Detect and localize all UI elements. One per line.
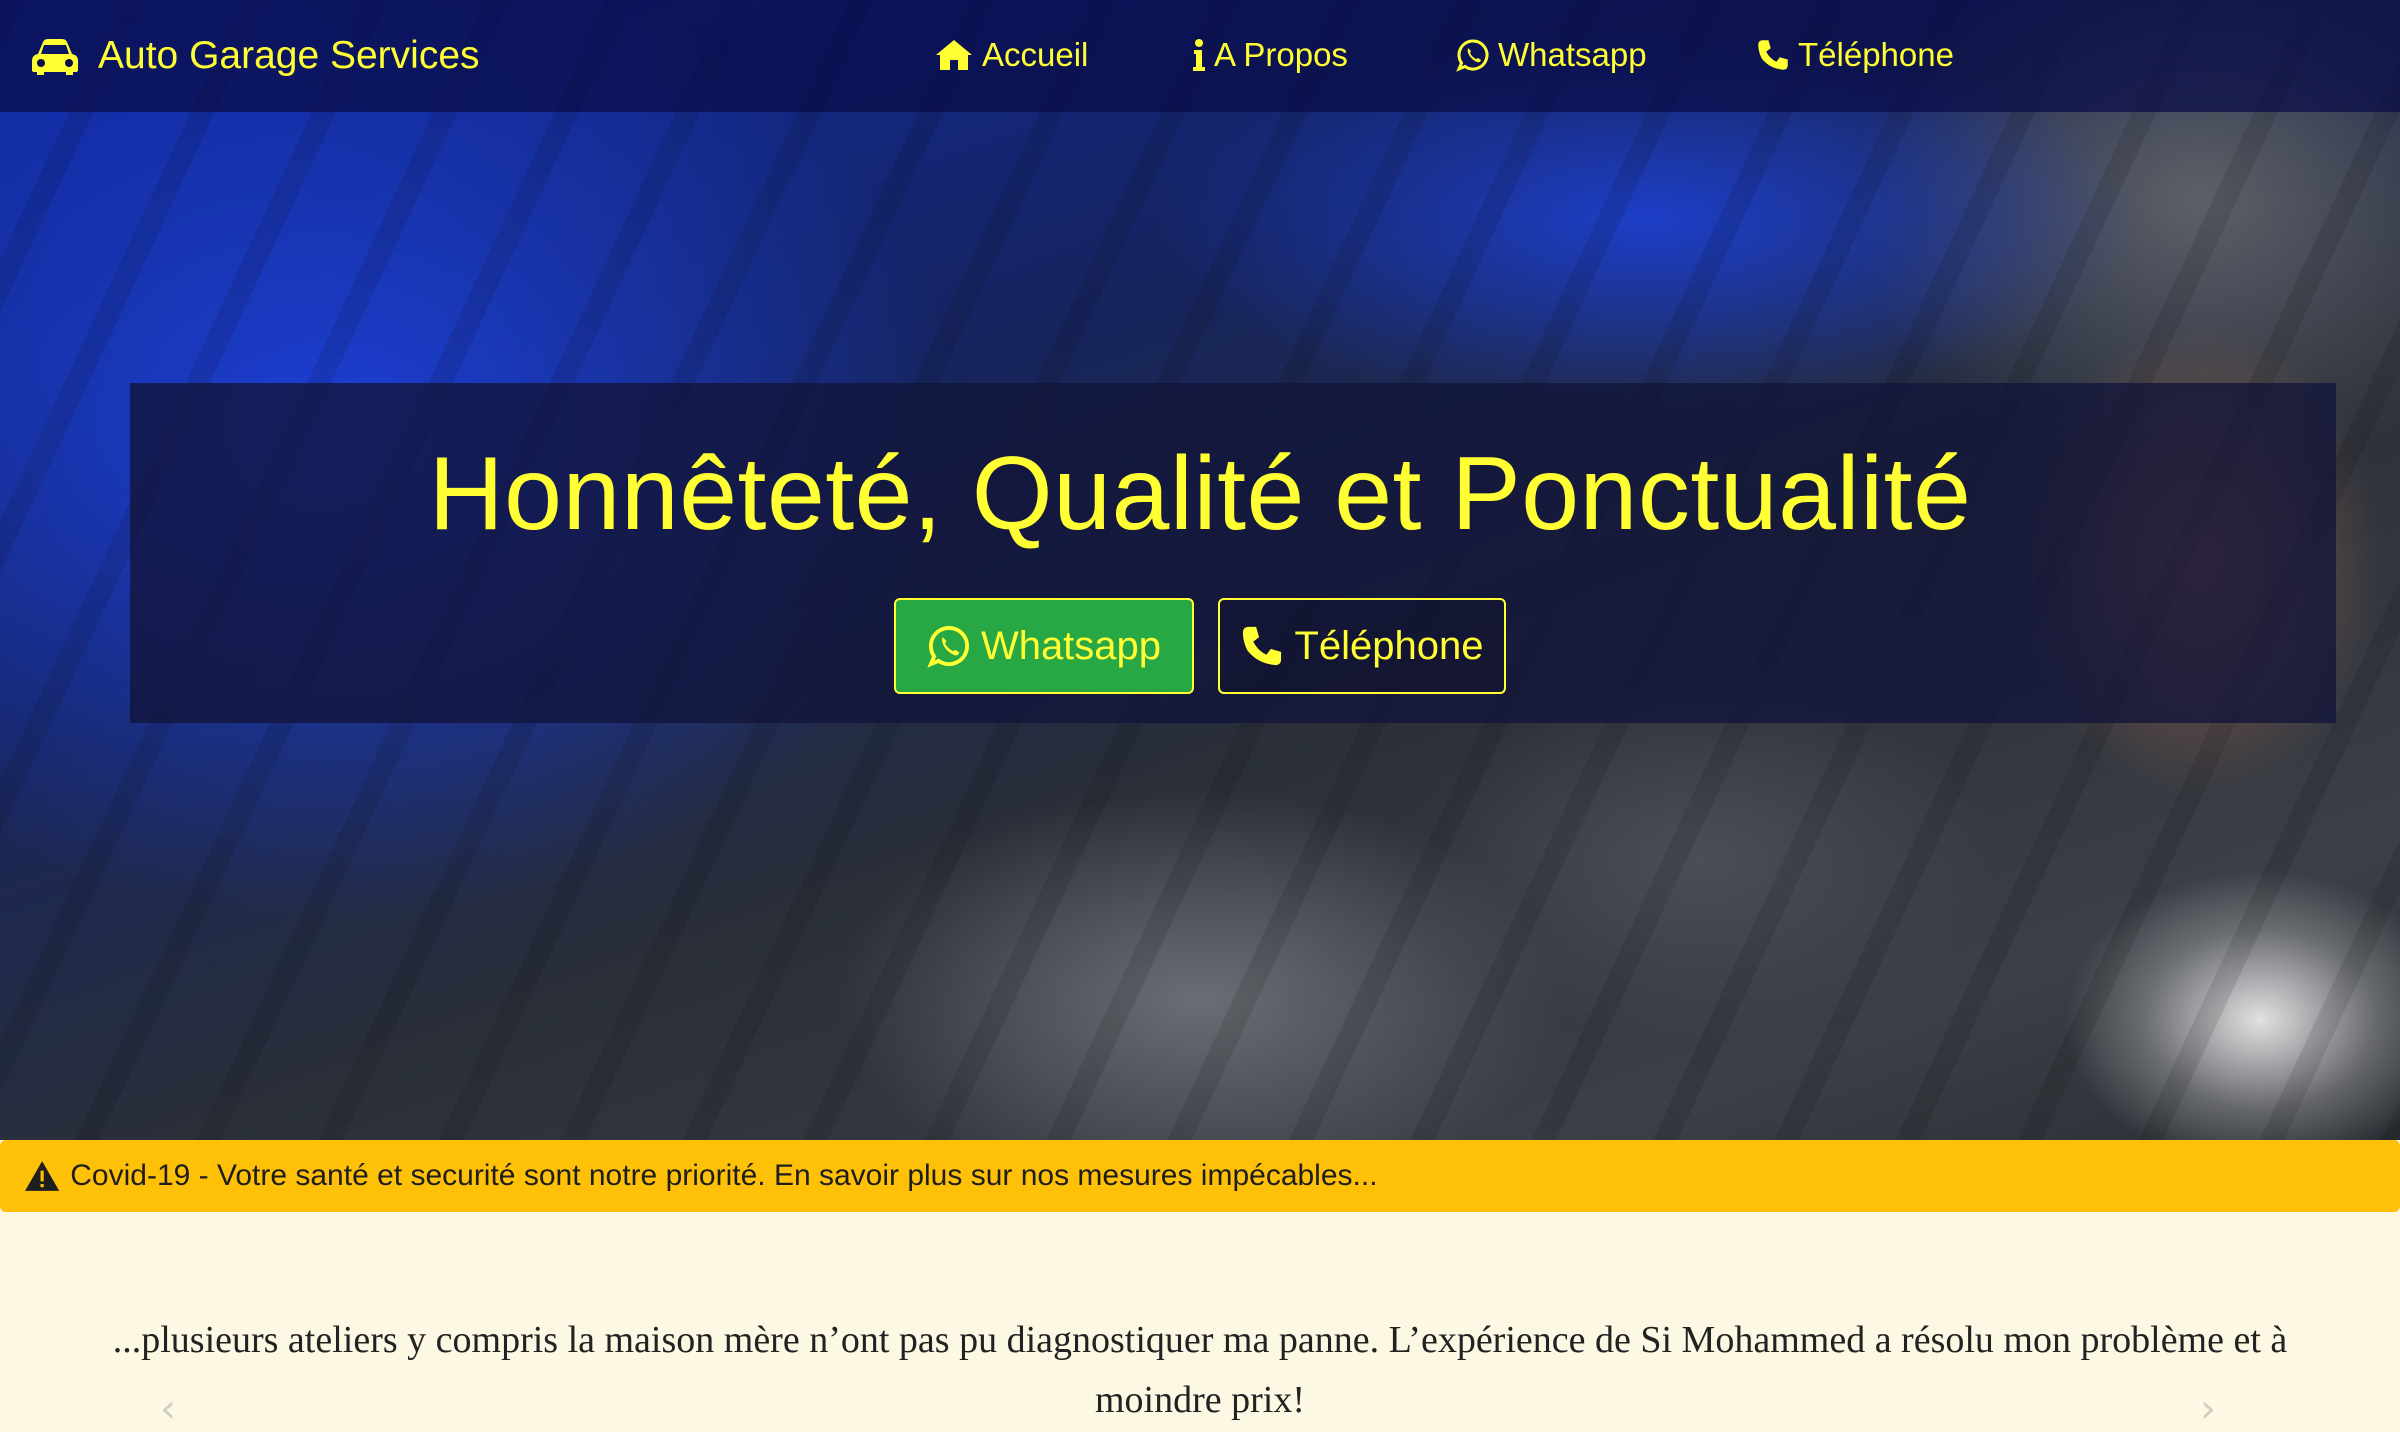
whatsapp-button-label: Whatsapp — [980, 623, 1162, 668]
home-icon — [936, 40, 972, 70]
nav-label-a-propos: A Propos — [1214, 36, 1348, 73]
covid-alert[interactable]: Covid-19 - Votre santé et securité sont … — [0, 1140, 2400, 1212]
phone-icon — [1758, 40, 1788, 70]
nav-label-accueil: Accueil — [982, 36, 1089, 73]
covid-alert-text: Covid-19 - Votre santé et securité sont … — [70, 1159, 1378, 1192]
whatsapp-button[interactable]: Whatsapp — [894, 598, 1194, 694]
top-navbar: Auto Garage Services Accueil A Propos Wh… — [0, 0, 2400, 112]
testimonial-quote: ...plusieurs ateliers y compris la maiso… — [112, 1319, 2288, 1421]
telephone-button[interactable]: Téléphone — [1218, 598, 1506, 694]
brand-link[interactable]: Auto Garage Services — [30, 30, 480, 82]
nav-label-whatsapp: Whatsapp — [1498, 36, 1647, 73]
car-icon — [32, 39, 78, 75]
carousel-next-icon[interactable]: › — [2200, 1386, 2240, 1432]
nav-item-accueil[interactable]: Accueil — [934, 32, 1088, 78]
warning-icon — [25, 1161, 60, 1191]
nav-item-telephone[interactable]: Téléphone — [1756, 32, 1954, 78]
hero-headline: Honnêteté, Qualité et Ponctualité — [428, 436, 1972, 552]
whatsapp-icon — [927, 625, 969, 668]
brand-label: Auto Garage Services — [98, 34, 480, 77]
phone-icon — [1243, 626, 1282, 666]
info-icon — [1193, 39, 1205, 71]
carousel-prev-icon[interactable]: ‹ — [160, 1386, 200, 1432]
whatsapp-icon — [1456, 39, 1489, 72]
nav-item-whatsapp[interactable]: Whatsapp — [1456, 32, 1647, 78]
telephone-button-label: Téléphone — [1294, 623, 1484, 668]
nav-label-telephone: Téléphone — [1798, 36, 1954, 73]
nav-item-a-propos[interactable]: A Propos — [1192, 32, 1348, 78]
